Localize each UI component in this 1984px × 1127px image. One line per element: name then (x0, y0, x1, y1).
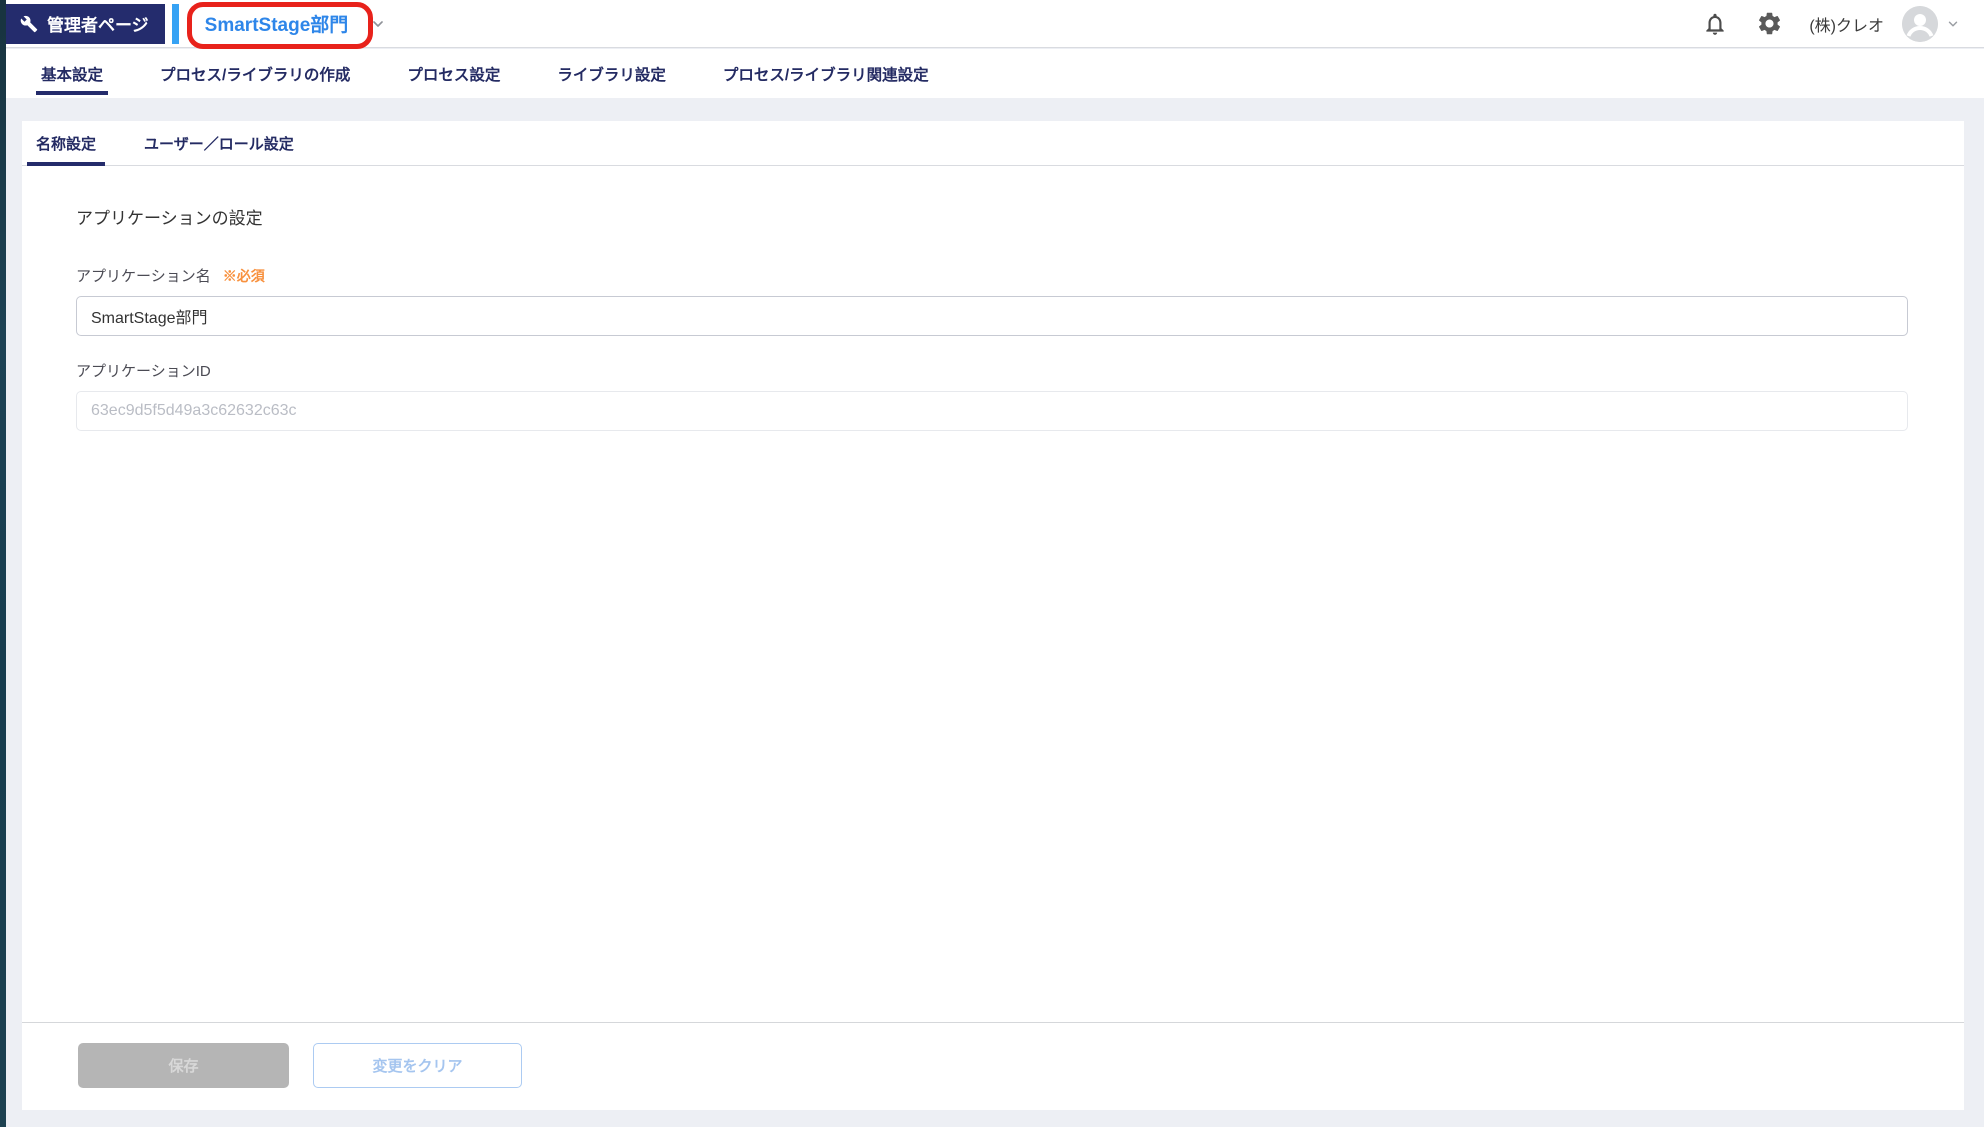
save-button[interactable]: 保存 (78, 1043, 289, 1088)
header-right-controls: (株)クレオ (1702, 6, 1960, 42)
subtab-user-role-settings[interactable]: ユーザー／ロール設定 (135, 121, 303, 165)
background-window-sliver (0, 0, 6, 1127)
settings-card: 名称設定 ユーザー／ロール設定 アプリケーションの設定 アプリケーション名 ※必… (22, 121, 1964, 1110)
sub-tabs: 名称設定 ユーザー／ロール設定 (22, 121, 1964, 166)
wrench-icon (20, 15, 38, 33)
tab-basic-settings[interactable]: 基本設定 (36, 49, 108, 98)
bell-icon (1702, 11, 1728, 37)
section-title: アプリケーションの設定 (76, 204, 1908, 229)
user-icon (1902, 6, 1938, 42)
main-nav-tabs: 基本設定 プロセス/ライブラリの作成 プロセス設定 ライブラリ設定 プロセス/ラ… (6, 49, 1984, 98)
account-menu-chevron-down-icon[interactable] (1946, 17, 1960, 31)
tab-process-library-relation-settings[interactable]: プロセス/ライブラリ関連設定 (718, 49, 934, 98)
tab-process-library-create[interactable]: プロセス/ライブラリの作成 (155, 49, 355, 98)
avatar[interactable] (1902, 6, 1938, 42)
form-content: アプリケーションの設定 アプリケーション名 ※必須 アプリケーションID (22, 166, 1964, 1022)
application-name-label: アプリケーション名 (76, 265, 211, 286)
application-id-label: アプリケーションID (76, 360, 211, 381)
notifications-button[interactable] (1702, 11, 1728, 37)
clear-changes-button[interactable]: 変更をクリア (313, 1043, 522, 1088)
admin-page-badge-label: 管理者ページ (47, 11, 149, 36)
application-name-label-row: アプリケーション名 ※必須 (76, 265, 1908, 286)
settings-button[interactable] (1756, 10, 1783, 37)
company-name: (株)クレオ (1809, 12, 1884, 36)
accent-bar (172, 4, 179, 44)
application-id-label-row: アプリケーションID (76, 360, 1908, 381)
app-switcher-chevron-down-icon[interactable] (370, 16, 386, 32)
subtab-name-settings[interactable]: 名称設定 (27, 121, 105, 165)
tab-library-settings[interactable]: ライブラリ設定 (552, 49, 671, 98)
form-footer: 保存 変更をクリア (22, 1022, 1964, 1110)
application-switcher[interactable]: SmartStage部門 (199, 0, 355, 48)
tab-process-settings[interactable]: プロセス設定 (402, 49, 505, 98)
application-id-input (76, 391, 1908, 431)
admin-page-badge[interactable]: 管理者ページ (6, 4, 165, 44)
required-badge: ※必須 (223, 266, 265, 286)
application-name-input[interactable] (76, 296, 1908, 336)
gear-icon (1756, 10, 1783, 37)
top-header: 管理者ページ SmartStage部門 (株)クレオ (6, 0, 1984, 48)
current-application-name: SmartStage部門 (205, 10, 349, 37)
field-gap (76, 336, 1908, 360)
